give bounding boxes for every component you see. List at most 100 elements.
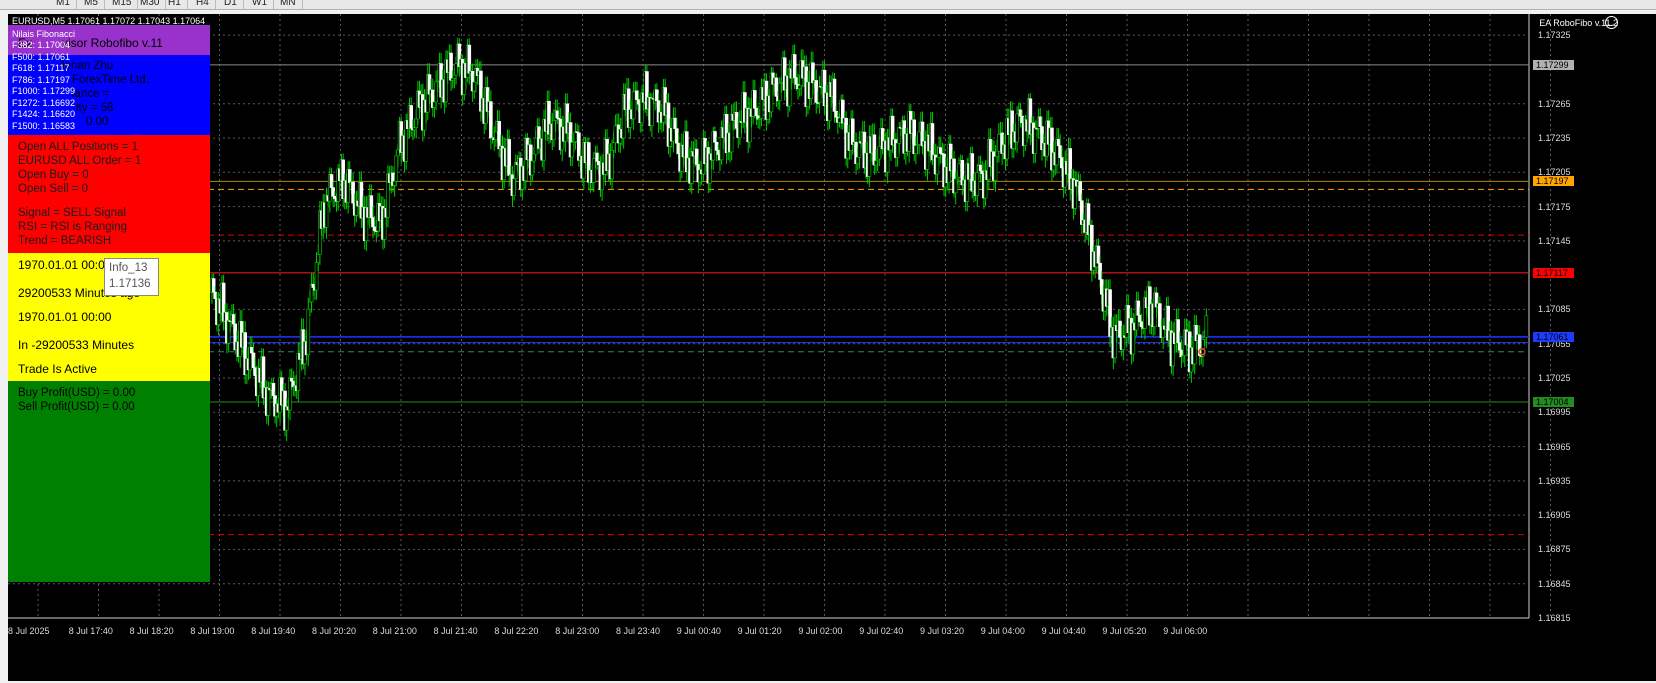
time-label: 8 Jul 21:40 <box>433 626 478 636</box>
time-label: 8 Jul 2025 <box>8 626 50 636</box>
candle-body <box>1015 113 1019 143</box>
candle-body <box>595 152 599 162</box>
time-label: 8 Jul 22:20 <box>494 626 539 636</box>
fib-level: F500: 1.17061 <box>12 51 71 62</box>
candle-body <box>316 254 321 263</box>
price-label: 1.17025 <box>1538 373 1571 383</box>
candle-body <box>494 131 498 140</box>
candle-body <box>331 187 335 197</box>
price-tag: 1.17117 <box>1533 267 1574 278</box>
candle-body <box>792 54 797 78</box>
candle-body <box>434 81 438 103</box>
candle-body <box>596 161 601 165</box>
candle-body <box>1136 300 1141 316</box>
price-tag: 1.17004 <box>1533 397 1574 407</box>
candle-body <box>271 382 276 396</box>
candle-body <box>507 139 511 176</box>
timeframe-w1[interactable]: W1 <box>246 0 274 9</box>
price-tag: 1.17061 <box>1533 331 1574 342</box>
candle-body <box>837 117 842 123</box>
timeframe-d1[interactable]: D1 <box>218 0 244 9</box>
sell-profit: Sell Profit(USD) = 0.00 <box>18 401 135 413</box>
fib-level: F1000: 1.17299 <box>12 86 76 96</box>
time-label: 9 Jul 00:40 <box>676 626 721 636</box>
candle-body <box>1020 115 1024 123</box>
timeframe-h4[interactable]: H4 <box>190 0 216 9</box>
candle-body <box>980 170 985 174</box>
candle-body <box>738 121 742 138</box>
trend-status: Trend = BEARISH <box>18 235 112 247</box>
candle-body <box>1098 262 1102 280</box>
candle-body <box>394 155 399 182</box>
time-label: 9 Jul 06:00 <box>1163 626 1208 636</box>
price-chart[interactable]: EURUSD,M5 1.17061 1.17072 1.17043 1.1706… <box>8 14 1656 681</box>
candle-body <box>850 118 855 145</box>
candle-body <box>855 157 860 165</box>
open-all-positions: Open ALL Positions = 1 <box>18 141 139 153</box>
timeframe-m5[interactable]: M5 <box>78 0 105 9</box>
time-label: 9 Jul 02:40 <box>859 626 904 636</box>
candle-body <box>1121 335 1126 350</box>
timeframe-mn[interactable]: MN <box>274 0 303 9</box>
price-label: 1.16965 <box>1538 441 1571 452</box>
panel-red: Open ALL Positions = 1 EURUSD ALL Order … <box>8 135 210 253</box>
candle-body <box>288 377 292 411</box>
panel-title-right: visor Robofibo v.11 <box>62 36 163 50</box>
price-label: 1.17265 <box>1538 98 1571 109</box>
candle-body <box>266 387 271 416</box>
open-sell: Open Sell = 0 <box>18 183 89 195</box>
timeframe-h1[interactable]: H1 <box>162 0 188 9</box>
candle-body <box>372 226 377 231</box>
candle-body <box>231 314 236 325</box>
candle-body <box>917 131 921 145</box>
price-tag: 1.17197 <box>1533 176 1574 187</box>
candle-body <box>857 141 862 158</box>
candle-body <box>570 142 575 158</box>
candle-body <box>1033 127 1038 154</box>
candle-body <box>734 112 739 129</box>
candle-body <box>655 89 659 101</box>
timeframe-m1[interactable]: M1 <box>50 0 77 9</box>
candle-body <box>333 195 337 199</box>
candle-body <box>1118 320 1122 338</box>
candle-body <box>289 377 294 382</box>
candle-body <box>253 367 257 376</box>
fib-level: F786: 1.17197 <box>12 74 71 85</box>
candle-body <box>897 127 902 144</box>
candle-body <box>895 142 900 158</box>
tooltip-name: Info_13 <box>109 262 148 274</box>
price-label: 1.16875 <box>1538 544 1571 555</box>
candle-body <box>311 283 316 288</box>
candle-body <box>938 147 943 154</box>
open-buy: Open Buy = 0 <box>18 169 89 181</box>
signal-status: Signal = SELL Signal <box>18 207 126 219</box>
in-minutes: In -29200533 Minutes <box>18 338 135 352</box>
fib-level: F382: 1.17004 <box>12 40 71 50</box>
candle-body <box>817 85 822 103</box>
chart-canvas[interactable] <box>8 14 1656 681</box>
smiley-icon <box>1605 16 1618 29</box>
candle-body <box>714 141 719 151</box>
candle-body <box>814 80 819 103</box>
candle-body <box>832 78 837 112</box>
candle-body <box>997 133 1001 152</box>
price-label: 1.16905 <box>1538 510 1571 521</box>
blue-line-4: ity = 58 <box>76 102 114 114</box>
price-label: 1.17235 <box>1538 133 1571 143</box>
candle-body <box>532 153 536 162</box>
time-label: 8 Jul 23:40 <box>616 626 661 636</box>
candle-body <box>1078 181 1082 202</box>
candle-body <box>753 90 757 109</box>
blue-line-3: lance = <box>72 88 110 100</box>
time-label: 9 Jul 03:20 <box>920 626 965 636</box>
candle-body <box>454 63 458 76</box>
candle-body <box>631 91 636 120</box>
candle-body <box>674 128 679 144</box>
candle-body <box>754 107 759 117</box>
candle-body <box>412 127 417 131</box>
candle-body <box>452 74 457 79</box>
candle-body <box>797 85 802 89</box>
candle-body <box>489 101 493 139</box>
candle-body <box>834 111 838 118</box>
candle-body <box>993 156 998 181</box>
